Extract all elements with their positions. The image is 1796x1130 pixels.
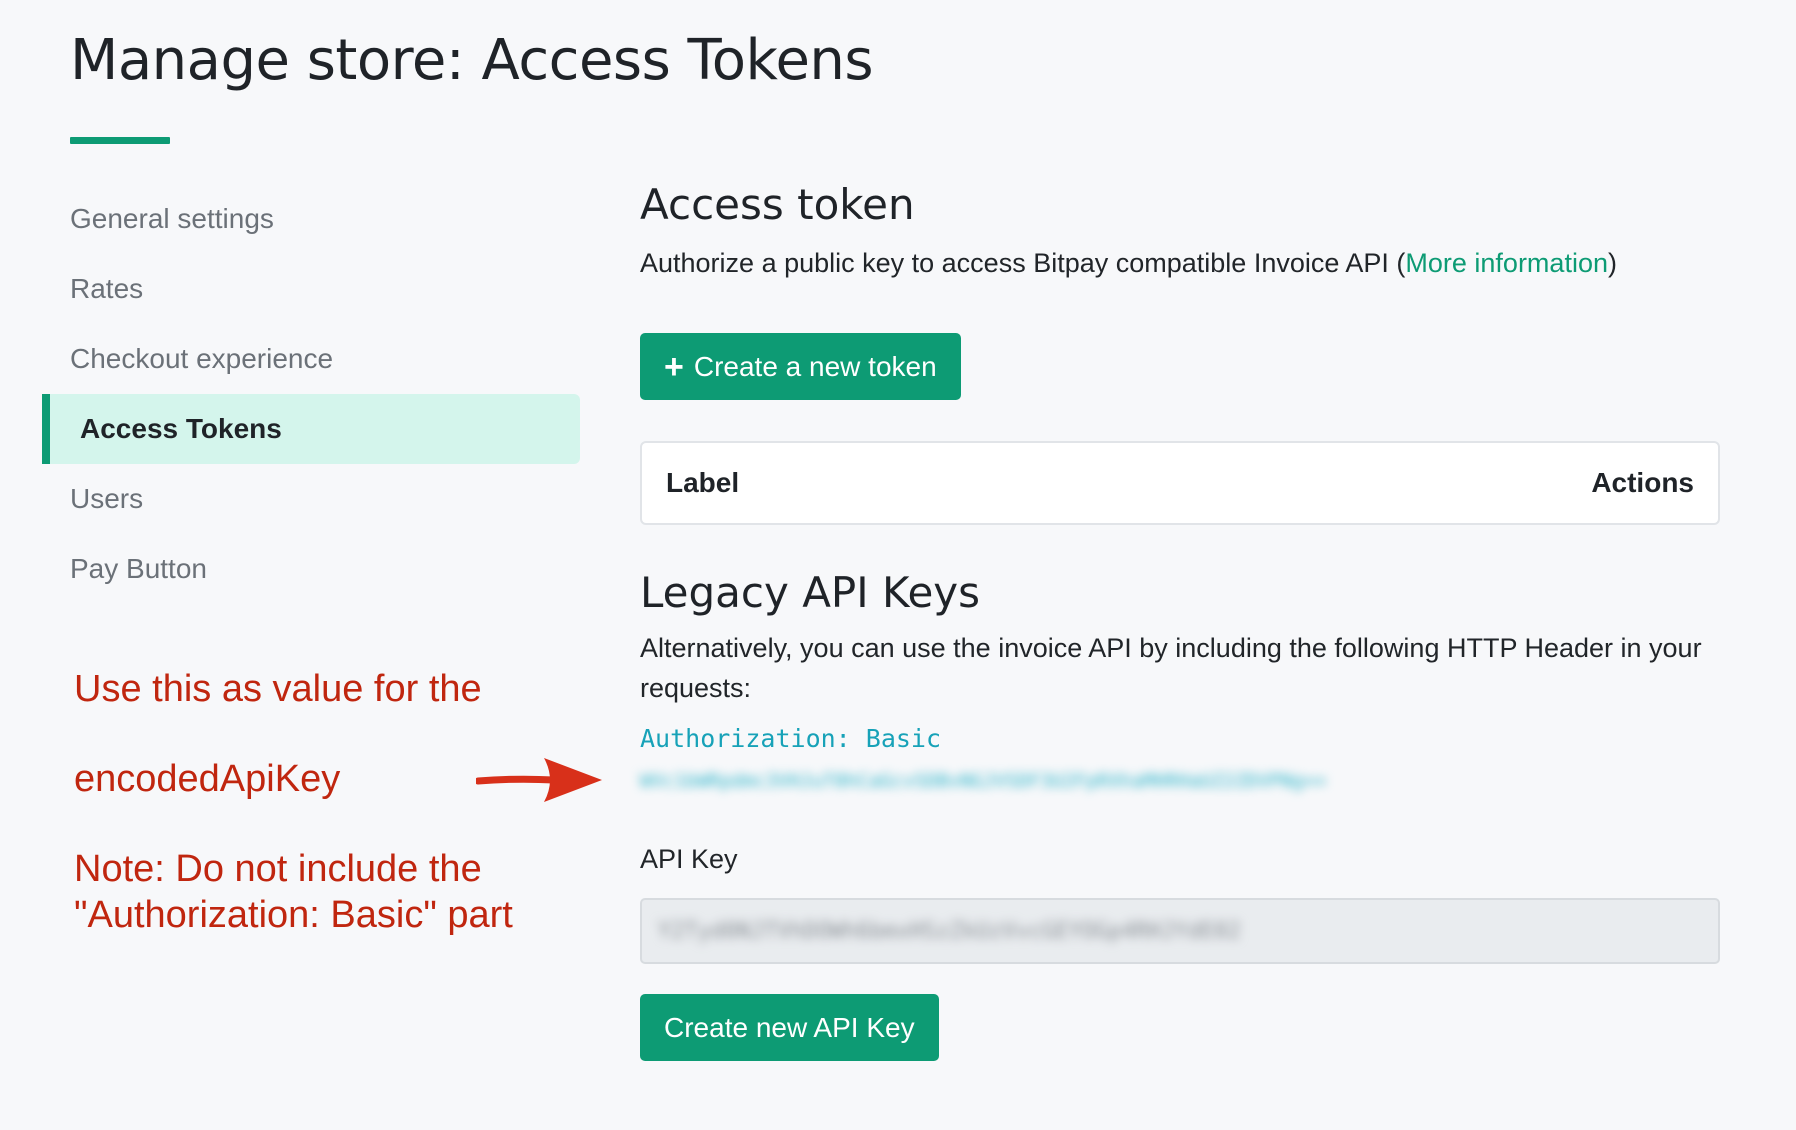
annotation-note-line1: Note: Do not include the xyxy=(74,848,482,890)
annotation-encoded-api-key: encodedApiKey xyxy=(74,758,341,800)
plus-icon: + xyxy=(664,347,684,386)
access-token-description-end: ) xyxy=(1607,248,1617,278)
sidebar-nav: General settings Rates Checkout experien… xyxy=(42,184,580,604)
sidebar-item-checkout-experience[interactable]: Checkout experience xyxy=(42,324,580,394)
api-key-value-redacted: Y2Tyd0NJTVhDOWh6bmxHSzZkUzVvcGEYOGp4RHJY… xyxy=(658,918,1241,944)
create-new-api-key-button[interactable]: Create new API Key xyxy=(640,994,939,1061)
sidebar-item-access-tokens[interactable]: Access Tokens xyxy=(42,394,580,464)
sidebar-item-general-settings[interactable]: General settings xyxy=(42,184,580,254)
sidebar-item-pay-button[interactable]: Pay Button xyxy=(42,534,580,604)
api-key-field[interactable]: Y2Tyd0NJTVhDOWh6bmxHSzZkUzVvcGEYOGp4RHJY… xyxy=(640,898,1720,964)
api-key-label: API Key xyxy=(640,844,738,874)
annotation-arrow-icon xyxy=(476,758,602,802)
access-token-description-text: Authorize a public key to access Bitpay … xyxy=(640,248,1406,278)
title-underline xyxy=(70,137,170,144)
sidebar-item-users[interactable]: Users xyxy=(42,464,580,534)
more-information-link[interactable]: More information xyxy=(1405,248,1608,278)
table-header-label: Label xyxy=(666,467,740,498)
access-token-description: Authorize a public key to access Bitpay … xyxy=(640,243,1720,283)
tokens-table-header: Label Actions xyxy=(640,441,1720,525)
legacy-api-keys-heading: Legacy API Keys xyxy=(640,568,981,617)
create-new-token-button[interactable]: + Create a new token xyxy=(640,333,961,400)
create-new-token-label: Create a new token xyxy=(693,350,937,382)
main-content: Access token Authorize a public key to a… xyxy=(640,180,1720,1061)
annotation-note-line2: "Authorization: Basic" part xyxy=(74,894,513,936)
access-token-heading: Access token xyxy=(640,180,915,229)
authorization-header-prefix: Authorization: Basic xyxy=(640,724,942,753)
table-header-actions: Actions xyxy=(1591,467,1694,498)
annotation-note: Note: Do not include the "Authorization:… xyxy=(74,846,574,938)
sidebar-item-rates[interactable]: Rates xyxy=(42,254,580,324)
legacy-description: Alternatively, you can use the invoice A… xyxy=(640,633,1702,703)
annotation-use-this: Use this as value for the xyxy=(74,668,482,710)
page-title: Manage store: Access Tokens xyxy=(70,28,874,93)
authorization-header-value-redacted: WVc1bWRpdmc3VHJuT0hCaGcvSDBvNGJVSDF3U2Fp… xyxy=(640,770,1327,792)
